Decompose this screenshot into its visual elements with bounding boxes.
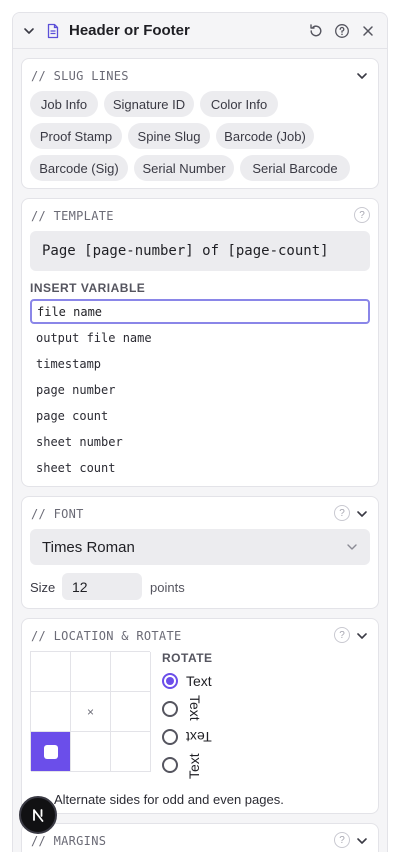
section-title: // LOCATION & ROTATE — [31, 629, 182, 643]
font-size-input[interactable] — [62, 573, 142, 600]
alternate-sides-label[interactable]: Alternate sides for odd and even pages. — [54, 792, 284, 807]
variable-option[interactable]: page number — [36, 383, 115, 397]
rotate-option-180-label: Text — [186, 729, 212, 745]
rotate-option-270-label: Text — [186, 753, 202, 779]
chevron-down-icon[interactable] — [354, 833, 370, 849]
help-icon[interactable]: ? — [354, 207, 370, 223]
rotate-radio-270[interactable] — [162, 757, 178, 773]
font-section: // FONT ? Times Roman Size points — [21, 496, 379, 609]
section-title: // SLUG LINES — [31, 69, 129, 83]
chip-serial-barcode[interactable]: Serial Barcode — [240, 155, 350, 181]
panel-title: Header or Footer — [69, 22, 190, 39]
rotate-option-90-label: Text — [187, 695, 203, 721]
location-cell-center[interactable]: × — [71, 692, 111, 732]
size-label: Size — [30, 580, 56, 595]
template-section: // TEMPLATE ? Page [page-number] of [pag… — [21, 198, 379, 487]
chip-serial-number[interactable]: Serial Number — [134, 155, 234, 181]
location-rotate-section: // LOCATION & ROTATE ? × ROTATE Text Tex… — [21, 618, 379, 814]
chip-barcode-sig[interactable]: Barcode (Sig) — [30, 155, 128, 181]
size-unit-label: points — [150, 580, 185, 595]
chip-proof-stamp[interactable]: Proof Stamp — [30, 123, 122, 149]
variable-option[interactable]: sheet number — [36, 435, 123, 449]
panel-header: Header or Footer — [13, 13, 387, 49]
rotate-radio-180[interactable] — [162, 729, 178, 745]
selected-marker — [43, 744, 58, 759]
variable-option[interactable]: sheet count — [36, 461, 115, 475]
chip-signature-id[interactable]: Signature ID — [104, 91, 194, 117]
variable-option[interactable]: output file name — [36, 331, 152, 345]
rotate-option-0-label: Text — [186, 673, 212, 689]
location-cell-top-right[interactable] — [111, 652, 151, 692]
chevron-down-icon[interactable] — [354, 68, 370, 84]
document-icon — [45, 23, 61, 39]
margins-section: // MARGINS ? — [21, 823, 379, 852]
help-icon[interactable]: ? — [334, 505, 350, 521]
font-select-value: Times Roman — [42, 538, 135, 556]
section-title: // FONT — [31, 507, 84, 521]
location-cell-bottom-left[interactable] — [31, 732, 71, 772]
variable-option[interactable]: page count — [36, 409, 108, 423]
chevron-down-icon — [347, 544, 357, 550]
location-grid: × — [30, 651, 151, 772]
help-icon[interactable] — [329, 18, 355, 44]
help-icon[interactable]: ? — [334, 832, 350, 848]
nextjs-logo-icon[interactable] — [19, 796, 57, 834]
rotate-radio-90[interactable] — [162, 701, 178, 717]
location-cell-top-center[interactable] — [71, 652, 111, 692]
close-icon[interactable] — [355, 18, 381, 44]
template-field[interactable]: Page [page-number] of [page-count] — [30, 231, 370, 271]
location-cell-top-left[interactable] — [31, 652, 71, 692]
location-cell-middle-left[interactable] — [31, 692, 71, 732]
font-select[interactable]: Times Roman — [30, 529, 370, 565]
chip-job-info[interactable]: Job Info — [30, 91, 98, 117]
location-cell-bottom-right[interactable] — [111, 732, 151, 772]
location-cell-middle-right[interactable] — [111, 692, 151, 732]
chip-color-info[interactable]: Color Info — [200, 91, 278, 117]
rotate-label: ROTATE — [162, 651, 213, 665]
chip-spine-slug[interactable]: Spine Slug — [128, 123, 210, 149]
help-icon[interactable]: ? — [334, 627, 350, 643]
insert-variable-input[interactable] — [30, 299, 370, 324]
chevron-down-icon[interactable] — [354, 628, 370, 644]
variable-option[interactable]: timestamp — [36, 357, 101, 371]
insert-variable-label: INSERT VARIABLE — [30, 281, 146, 295]
header-footer-panel: Header or Footer // SLUG LINES Job Info … — [12, 12, 388, 852]
chip-barcode-job[interactable]: Barcode (Job) — [216, 123, 314, 149]
chevron-down-icon[interactable] — [354, 506, 370, 522]
slug-lines-section: // SLUG LINES Job Info Signature ID Colo… — [21, 58, 379, 189]
section-title: // TEMPLATE — [31, 209, 114, 223]
reset-icon[interactable] — [303, 18, 329, 44]
rotate-radio-0[interactable] — [162, 673, 178, 689]
section-title: // MARGINS — [31, 834, 107, 848]
collapse-chevron-icon[interactable] — [21, 23, 37, 39]
location-cell-bottom-center[interactable] — [71, 732, 111, 772]
